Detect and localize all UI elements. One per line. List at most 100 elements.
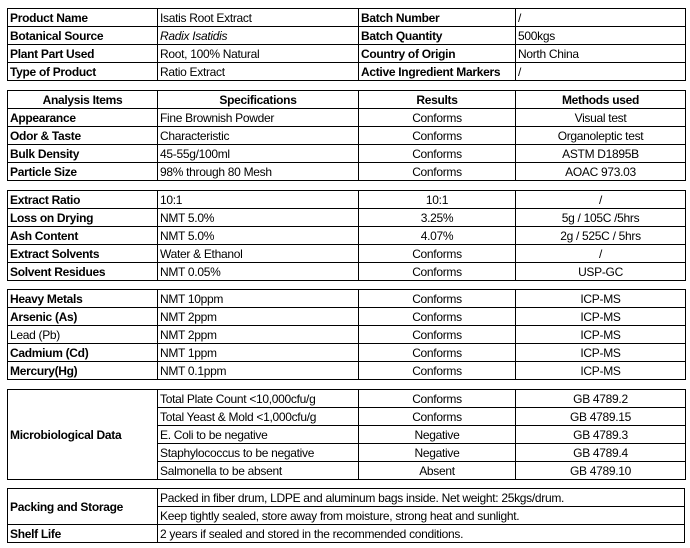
spec: NMT 0.1ppm [157,361,359,380]
field-label: Batch Quantity [358,26,516,45]
method: ICP-MS [515,361,686,380]
field-value: Radix Isatidis [157,26,359,45]
table-row: Plant Part Used Root, 100% Natural Country… [7,44,686,63]
field-value: North China [515,44,686,63]
item: Loss on Drying [7,208,158,227]
spec: NMT 1ppm [157,343,359,362]
item: Arsenic (As) [7,307,158,326]
field-label: Active Ingredient Markers [358,62,516,81]
analysis-table: Analysis Items Specifications Results Metho… [7,90,686,181]
spec: 45-55g/100ml [157,144,359,163]
method: GB 4789.10 [515,461,686,480]
result: Conforms [358,262,516,281]
column-header: Specifications [157,90,359,109]
micro-label: Microbiological Data [7,389,158,480]
item: Lead (Pb) [7,325,158,344]
field-label: Plant Part Used [7,44,158,63]
spec: Salmonella to be absent [157,461,359,480]
packing-line: Packed in fiber drum, LDPE and aluminum … [157,488,685,507]
item: Appearance [7,108,158,127]
field-label: Batch Number [358,8,516,27]
item: Cadmium (Cd) [7,343,158,362]
spec: Total Yeast & Mold <1,000cfu/g [157,407,359,426]
item: Odor & Taste [7,126,158,145]
item: Extract Ratio [7,190,158,209]
field-value: / [515,8,686,27]
method: / [515,190,686,209]
spec: NMT 5.0% [157,208,359,227]
field-value: 500kgs [515,26,686,45]
field-label: Product Name [7,8,158,27]
table-row: Appearance Fine Brownish Powder Conforms Vi… [7,108,686,127]
storage-line: Keep tightly sealed, store away from moi… [157,506,685,525]
spec: Water & Ethanol [157,244,359,263]
table-row: Odor & Taste Characteristic Conforms Organo… [7,126,686,145]
method: ICP-MS [515,343,686,362]
method: ICP-MS [515,325,686,344]
spec: Characteristic [157,126,359,145]
spec: E. Coli to be negative [157,425,359,444]
product-info-table: Product Name Isatis Root Extract Batch Num… [7,8,686,81]
field-label: Botanical Source [7,26,158,45]
column-header: Analysis Items [7,90,158,109]
result: Negative [358,425,516,444]
method: GB 4789.3 [515,425,686,444]
result: Conforms [358,343,516,362]
table-row: Extract Solvents Water & Ethanol Conforms / [7,244,686,263]
method: 5g / 105C /5hrs [515,208,686,227]
packing-table: Packing and Storage Packed in fiber drum… [7,488,685,543]
result: 3.25% [358,208,516,227]
method: ASTM D1895B [515,144,686,163]
column-header: Results [358,90,516,109]
item: Particle Size [7,162,158,181]
item: Ash Content [7,226,158,245]
result: Conforms [358,162,516,181]
spec: 98% through 80 Mesh [157,162,359,181]
method: Visual test [515,108,686,127]
result: Conforms [358,307,516,326]
shelf-life-label: Shelf Life [7,524,158,543]
result: Negative [358,443,516,462]
spec: NMT 2ppm [157,307,359,326]
packing-label: Packing and Storage [7,488,158,525]
spec: 10:1 [157,190,359,209]
table-row: Ash Content NMT 5.0% 4.07% 2g / 525C / 5hrs [7,226,686,245]
result: Conforms [358,108,516,127]
table-row: Particle Size 98% through 80 Mesh Conforms… [7,162,686,181]
item: Extract Solvents [7,244,158,263]
table-row: Loss on Drying NMT 5.0% 3.25% 5g / 105C /5h… [7,208,686,227]
table-row: Heavy Metals NMT 10ppm Conforms ICP-MS [7,289,686,308]
spec: NMT 10ppm [157,289,359,308]
result: Conforms [358,361,516,380]
field-value: Isatis Root Extract [157,8,359,27]
method: ICP-MS [515,307,686,326]
shelf-life-value: 2 years if sealed and stored in the reco… [157,524,685,543]
method: Organoleptic test [515,126,686,145]
method: GB 4789.15 [515,407,686,426]
field-label: Country of Origin [358,44,516,63]
table-row: Analysis Items Specifications Results Metho… [7,90,686,109]
table-row: Mercury(Hg) NMT 0.1ppm Conforms ICP-MS [7,361,686,380]
result: Conforms [358,389,516,408]
field-value: / [515,62,686,81]
spec: Staphylococcus to be negative [157,443,359,462]
table-row: Microbiological Data Total Plate Count <1… [7,389,686,480]
microbiological-table: Microbiological Data Total Plate Count <1… [7,389,686,480]
item: Solvent Residues [7,262,158,281]
spec: Fine Brownish Powder [157,108,359,127]
spec: NMT 5.0% [157,226,359,245]
physical-chemical-table: Extract Ratio 10:1 10:1/Loss on Drying NMT … [7,190,686,281]
table-row: Extract Ratio 10:1 10:1/ [7,190,686,209]
spec: NMT 0.05% [157,262,359,281]
table-row: Product Name Isatis Root Extract Batch Num… [7,8,686,27]
field-label: Type of Product [7,62,158,81]
method: GB 4789.2 [515,389,686,408]
item: Bulk Density [7,144,158,163]
spec: Total Plate Count <10,000cfu/g [157,389,359,408]
column-header: Methods used [515,90,686,109]
result: Conforms [358,126,516,145]
item: Mercury(Hg) [7,361,158,380]
method: ICP-MS [515,289,686,308]
table-row: Bulk Density 45-55g/100ml Conforms ASTM D18… [7,144,686,163]
heavy-metals-table: Heavy Metals NMT 10ppm Conforms ICP-MS Arsen… [7,289,686,380]
